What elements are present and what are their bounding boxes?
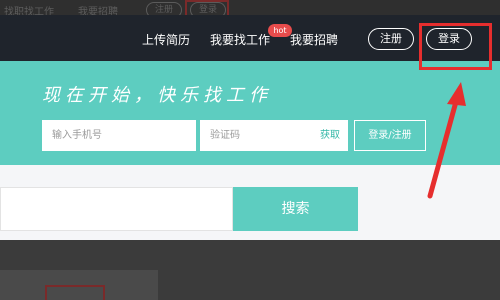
login-register-button[interactable]: 登录/注册 — [354, 120, 426, 151]
search-button[interactable]: 搜索 — [233, 187, 358, 231]
search-area: 搜索 — [0, 165, 500, 240]
post-job-link[interactable]: 我要招聘 — [290, 31, 338, 48]
upload-resume-link[interactable]: 上传简历 — [142, 31, 190, 48]
hero-slogan: 现在开始，快乐找工作 — [42, 85, 272, 106]
hero-banner: 现在开始，快乐找工作 输入手机号 验证码 获取 登录/注册 — [0, 61, 500, 165]
verification-code-input[interactable]: 验证码 获取 — [200, 120, 348, 151]
login-highlight-box — [419, 23, 492, 70]
find-job-link[interactable]: 我要找工作 — [210, 31, 270, 48]
search-input[interactable] — [0, 187, 233, 231]
verification-code-placeholder: 验证码 — [210, 130, 240, 141]
get-code-button[interactable]: 获取 — [320, 120, 340, 151]
phone-number-input[interactable]: 输入手机号 — [42, 120, 196, 151]
background-bottom-highlight — [45, 285, 105, 300]
register-button[interactable]: 注册 — [368, 28, 414, 50]
hot-badge: hot — [268, 24, 292, 37]
